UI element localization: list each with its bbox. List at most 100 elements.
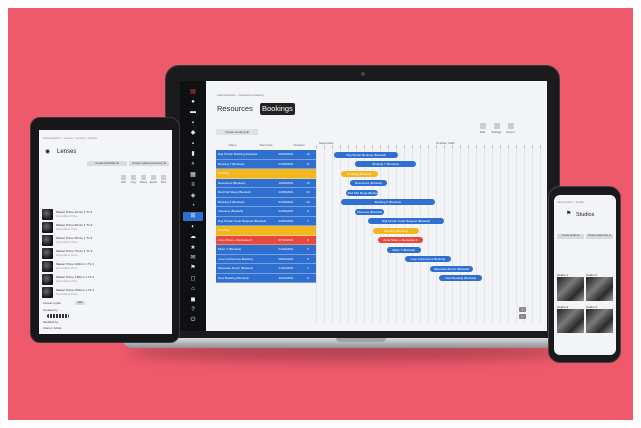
column-header-name[interactable]: Name bbox=[216, 143, 249, 149]
booking-bar[interactable]: Loop Conference Booking bbox=[404, 256, 451, 262]
tool-copy[interactable]: Copy bbox=[129, 175, 138, 184]
bookings-icon[interactable]: ⊞ bbox=[183, 211, 203, 221]
resource-row[interactable]: Zone Mixer + Mercedes 6 07/10/2021 8 bbox=[216, 235, 316, 245]
lens-subtitle: Zeiss Master Prime bbox=[56, 240, 78, 244]
create-studio-item-button[interactable]: Create studio item ⊕ bbox=[586, 234, 613, 239]
resource-row[interactable]: Red Flat Mega (Booked) 14/09/2021 13 bbox=[216, 188, 316, 198]
column-header-duration[interactable]: Duration bbox=[283, 143, 316, 149]
resource-row[interactable]: Resources (Booked) 10/09/2021 13 bbox=[216, 178, 316, 188]
studio-card[interactable]: Studio 2 bbox=[586, 273, 613, 303]
lens-subtitle: Zeiss Master Prime bbox=[56, 266, 78, 270]
booking-bar[interactable]: Mixer 7 (Booked) bbox=[386, 246, 421, 253]
tool-edit[interactable]: Edit bbox=[119, 175, 128, 184]
create-booking-button[interactable]: Create booking ⊕ bbox=[216, 129, 258, 135]
home-icon[interactable]: ⌂ bbox=[187, 285, 199, 294]
studio-card[interactable]: Studio 1 bbox=[557, 273, 584, 303]
chat-icon[interactable]: ◻ bbox=[187, 274, 199, 283]
mail-icon[interactable]: ✉ bbox=[187, 253, 199, 262]
studio-thumbnail bbox=[586, 277, 613, 301]
tab-bookings[interactable]: Bookings bbox=[260, 103, 295, 115]
resource-row[interactable]: Booking 7 (Booked) 01/08/2021 11 bbox=[216, 159, 316, 169]
booking-bar[interactable]: Interview (Booked) bbox=[354, 208, 385, 215]
cog-icon[interactable]: ◆ bbox=[187, 129, 199, 138]
lens-list-item[interactable]: Master Prime 65mm 1 T1.3 Zeiss Master Pri… bbox=[42, 234, 137, 247]
studio-card[interactable]: Studio 4 bbox=[586, 305, 613, 335]
tab-resources[interactable]: Resources bbox=[215, 103, 255, 115]
booking-bar[interactable]: Mercedes Rover (Booked) bbox=[430, 265, 474, 272]
resource-row[interactable]: Pending bbox=[216, 169, 316, 179]
flag-icon[interactable]: ⚑ bbox=[187, 264, 199, 273]
bell-icon[interactable]: ◔ bbox=[187, 201, 199, 210]
studio-thumbnail bbox=[557, 277, 584, 301]
resource-row[interactable]: New Booking (Booked) 16/10/2021 6 bbox=[216, 273, 316, 283]
lens-text: Master Prime 50mm 1 T1.3 Zeiss Master Pri… bbox=[56, 222, 93, 231]
resource-start-date: 04/09/2021 bbox=[278, 218, 294, 223]
tool-print[interactable]: Print bbox=[159, 175, 168, 184]
tool-delete[interactable]: Delete bbox=[139, 175, 148, 184]
tool-edit[interactable]: Edit bbox=[477, 123, 488, 134]
booking-bar[interactable]: Digi Terrain Booking (Booked) bbox=[334, 151, 399, 158]
help-icon[interactable]: ? bbox=[187, 305, 199, 314]
grid-icon[interactable]: ▦ bbox=[187, 170, 199, 179]
list-icon[interactable]: ≡ bbox=[187, 181, 199, 190]
resource-row[interactable]: Digi Terrain Booking Example 06/09/2021 10 bbox=[216, 150, 316, 160]
tool-label: Export bbox=[506, 130, 515, 134]
booking-bar[interactable]: Red Flat Mega (Booked) bbox=[345, 189, 378, 196]
booking-bar[interactable]: New Booking (Booked) bbox=[439, 275, 483, 281]
cloud-icon[interactable]: ☁ bbox=[187, 233, 199, 242]
resource-row[interactable]: Pending bbox=[216, 226, 316, 236]
resource-row[interactable]: Mercedes Rover (Booked) 14/10/2021 7 bbox=[216, 264, 316, 274]
booking-bar[interactable]: Resources (Booked) bbox=[350, 180, 387, 186]
zoom-out-button[interactable]: − bbox=[519, 314, 526, 319]
booking-bar[interactable]: Zone Mixer + Mercedes 6 bbox=[377, 237, 424, 243]
user-icon[interactable]: ● bbox=[187, 97, 199, 106]
resource-row[interactable]: Digi Terrain Code Request (Booked) 04/09/… bbox=[216, 216, 316, 226]
resource-row[interactable]: Mixer 7 (Booked) 01/10/2021 5 bbox=[216, 245, 316, 255]
breadcrumb[interactable]: Administration > Resource booking bbox=[217, 93, 264, 97]
create-lens-button[interactable]: Create lens/filter ⊕ bbox=[87, 161, 127, 166]
booking-bar[interactable]: Pending (Booked) bbox=[373, 227, 419, 234]
create-studio-button[interactable]: Create studio ⊕ bbox=[557, 234, 584, 239]
film-icon[interactable]: ▬ bbox=[187, 108, 199, 117]
zoom-in-button[interactable]: + bbox=[519, 307, 526, 312]
resource-row[interactable]: Loop Conference Booking 08/10/2021 9 bbox=[216, 254, 316, 264]
lens-list-item[interactable]: Master Prime 75mm 1 T1.3 Zeiss Master Pri… bbox=[42, 247, 137, 260]
lens-text: Master Prime 150mm 1 T1.3 Zeiss Master Pr… bbox=[56, 288, 94, 296]
lens-list-item[interactable]: Master Prime 100mm 1 T1.3 Zeiss Master Pr… bbox=[42, 260, 137, 273]
resource-row[interactable]: Interview (Booked) 01/09/2021 6 bbox=[216, 207, 316, 217]
lock-icon[interactable]: ◼ bbox=[187, 295, 199, 304]
breadcrumb[interactable]: Administration > Lenses > Lenses > Detai… bbox=[43, 136, 97, 140]
lens-list-item[interactable]: Master Prime 135mm 1 T1.3 Zeiss Master Pr… bbox=[42, 273, 137, 286]
resource-name: Pending bbox=[218, 228, 230, 233]
lens-subtitle: Zeiss Master Prime bbox=[56, 253, 78, 257]
column-header-start[interactable]: Start date bbox=[249, 143, 282, 149]
chart-icon[interactable]: ▮ bbox=[187, 149, 199, 158]
booking-bar[interactable]: Pending (Booked) bbox=[341, 170, 378, 177]
tool-export[interactable]: Export bbox=[505, 123, 516, 134]
image-icon[interactable]: ▪ bbox=[187, 118, 199, 127]
resource-duration: 6 bbox=[307, 275, 309, 280]
lens-name: Master Prime 50mm 1 T1.3 bbox=[56, 222, 93, 227]
search-icon[interactable]: ⌕ bbox=[187, 160, 199, 169]
tag-icon[interactable]: ◈ bbox=[187, 191, 199, 200]
booking-bar[interactable]: Booking 5 (Booked) bbox=[341, 199, 435, 205]
drop-icon[interactable]: ◐ bbox=[187, 222, 199, 231]
create-accessory-button[interactable]: Create optical accessory ⊕ bbox=[129, 161, 169, 166]
lens-list-item[interactable]: Master Prime 40mm 1 T1.3 Zeiss Master Pri… bbox=[42, 208, 137, 221]
booking-bar[interactable]: Digi Terrain Code Request (Booked) bbox=[368, 218, 444, 224]
resource-duration: 10 bbox=[306, 152, 310, 157]
logout-icon[interactable]: ⏻ bbox=[187, 316, 199, 325]
breadcrumb[interactable]: Administration > Studios bbox=[557, 201, 584, 204]
tool-export[interactable]: Export bbox=[149, 175, 158, 184]
resource-row[interactable]: Booking 5 (Booked) 01/09/2021 13 bbox=[216, 197, 316, 207]
logo-icon[interactable]: ▤ bbox=[187, 87, 199, 96]
booking-bar[interactable]: Booking 7 (Booked) bbox=[354, 161, 417, 167]
folder-icon[interactable]: ▪ bbox=[187, 139, 199, 148]
studio-card[interactable]: Studio 3 bbox=[557, 305, 584, 335]
resource-name: Resources (Booked) bbox=[218, 180, 246, 185]
tool-settings[interactable]: Settings bbox=[491, 123, 502, 134]
star-icon[interactable]: ★ bbox=[187, 243, 199, 252]
edit-access-button[interactable]: Edit bbox=[75, 301, 86, 305]
lens-list-item[interactable]: Master Prime 50mm 1 T1.3 Zeiss Master Pri… bbox=[42, 221, 137, 234]
lens-list-item[interactable]: Master Prime 150mm 1 T1.3 Zeiss Master Pr… bbox=[42, 286, 137, 299]
